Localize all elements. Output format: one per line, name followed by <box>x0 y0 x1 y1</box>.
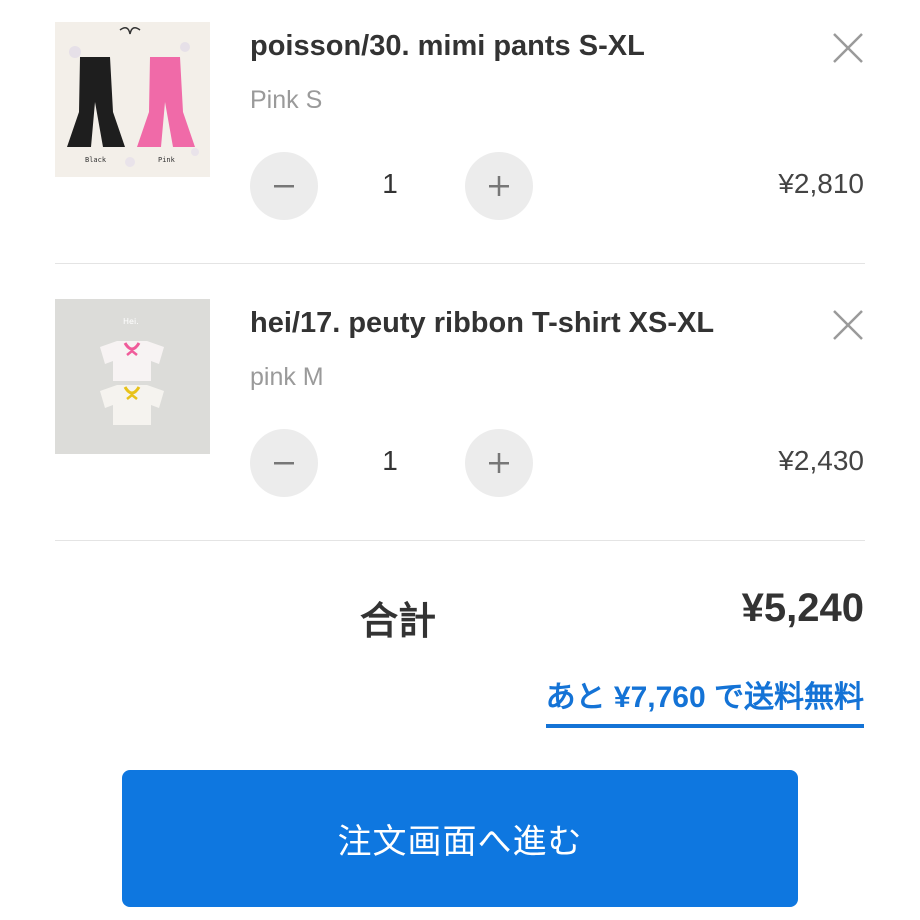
pants-image: Black Pink <box>55 22 210 177</box>
minus-icon <box>274 462 294 465</box>
product-thumbnail[interactable]: Black Pink <box>55 22 210 177</box>
decrease-quantity-button[interactable] <box>250 152 318 220</box>
thumbnail-label-brand: Hei. <box>123 317 139 326</box>
close-icon <box>833 33 863 63</box>
close-icon <box>833 310 863 340</box>
total-label: 合計 <box>360 601 437 643</box>
divider <box>55 540 865 541</box>
plus-icon <box>489 176 509 196</box>
remove-item-button[interactable] <box>830 307 866 343</box>
product-thumbnail[interactable]: Hei. <box>55 299 210 454</box>
thumbnail-label-pink: Pink <box>158 156 176 164</box>
item-price: ¥2,430 <box>778 445 864 476</box>
plus-icon <box>489 453 509 473</box>
increase-quantity-button[interactable] <box>465 429 533 497</box>
quantity-value: 1 <box>382 445 398 476</box>
product-title[interactable]: poisson/30. mimi pants S-XL <box>250 30 645 63</box>
divider <box>55 263 865 264</box>
tshirt-image: Hei. <box>55 299 210 454</box>
free-shipping-link[interactable]: あと ¥7,760 で送料無料 <box>545 672 864 728</box>
product-title[interactable]: hei/17. peuty ribbon T-shirt XS-XL <box>250 307 714 340</box>
increase-quantity-button[interactable] <box>465 152 533 220</box>
checkout-button[interactable]: 注文画面へ進む <box>122 770 798 907</box>
thumbnail-label-black: Black <box>85 156 107 164</box>
product-variant: pink M <box>250 363 324 391</box>
decrease-quantity-button[interactable] <box>250 429 318 497</box>
item-price: ¥2,810 <box>778 168 864 199</box>
cart-item: Black Pink poisson/30. mimi pants S-XL P… <box>0 0 920 270</box>
product-variant: Pink S <box>250 86 323 114</box>
total-value: ¥5,240 <box>741 586 864 630</box>
quantity-value: 1 <box>382 168 398 199</box>
remove-item-button[interactable] <box>830 30 866 66</box>
minus-icon <box>274 185 294 188</box>
cart-item: Hei. hei/17. peuty ribbon T-shirt XS-XL … <box>0 277 920 547</box>
